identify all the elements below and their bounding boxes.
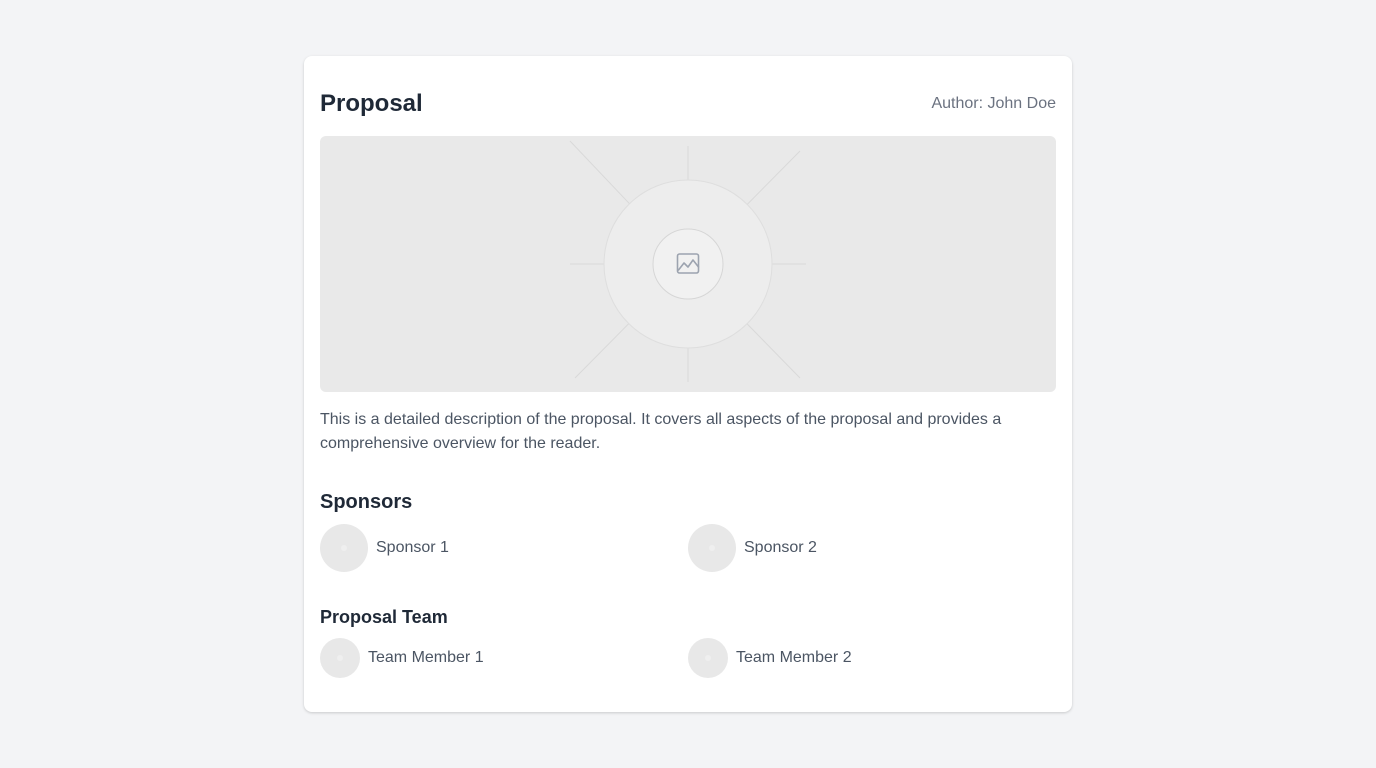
team-member-avatar (320, 638, 360, 678)
team-member-name: Team Member 1 (368, 649, 484, 666)
proposal-title: Proposal (320, 90, 423, 117)
team-member-item[interactable]: Team Member 2 (688, 638, 1056, 678)
team-member-name: Team Member 2 (736, 649, 852, 666)
team-list: Team Member 1 Team Member 2 (320, 638, 1056, 678)
team-member-item[interactable]: Team Member 1 (320, 638, 688, 678)
sponsors-list: Sponsor 1 Sponsor 2 (320, 524, 1056, 572)
sponsor-name: Sponsor 2 (744, 539, 817, 556)
sponsor-avatar (688, 524, 736, 572)
proposal-header: Proposal Author: John Doe (320, 88, 1056, 120)
sponsor-avatar (320, 524, 368, 572)
proposal-author: Author: John Doe (931, 95, 1056, 112)
sponsor-name: Sponsor 1 (376, 539, 449, 556)
sponsor-item[interactable]: Sponsor 1 (320, 524, 688, 572)
team-heading: Proposal Team (320, 607, 448, 627)
proposal-card: Proposal Author: John Doe This is a deta… (304, 56, 1072, 712)
proposal-description: This is a detailed description of the pr… (320, 411, 1002, 452)
proposal-image-placeholder (320, 136, 1056, 392)
sponsors-heading: Sponsors (320, 491, 413, 513)
team-member-avatar (688, 638, 728, 678)
sponsor-item[interactable]: Sponsor 2 (688, 524, 1056, 572)
image-placeholder-graphic (569, 140, 806, 382)
